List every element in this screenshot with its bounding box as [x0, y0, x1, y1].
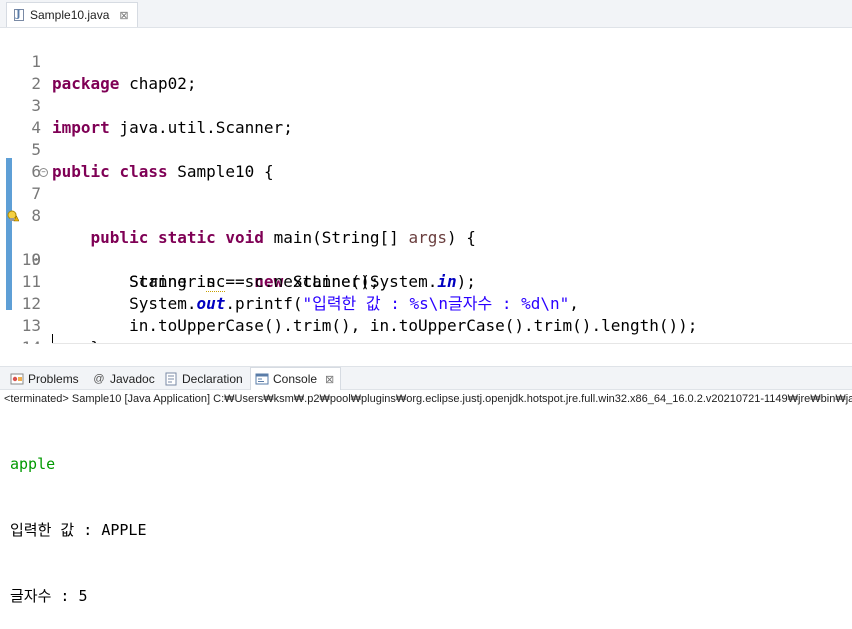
parameter: args	[408, 228, 447, 247]
close-tab-icon[interactable]: ⊠	[325, 373, 334, 386]
tab-console[interactable]: Console ⊠	[250, 367, 342, 390]
code-text: in.toUpperCase().trim(), in.toUpperCase(…	[129, 316, 698, 335]
code-line-1: 1 package chap02;	[0, 29, 196, 93]
console-icon	[255, 373, 269, 385]
code-line-2: 2	[0, 51, 41, 93]
code-text: );	[456, 272, 476, 291]
tab-label: Declaration	[182, 371, 243, 386]
warning-lightbulb-icon[interactable]	[6, 210, 19, 222]
tab-label: Console	[273, 372, 318, 386]
code-text: .printf(	[225, 294, 303, 313]
code-text: System.	[129, 294, 197, 313]
line-number: 14	[14, 337, 41, 344]
keyword: public	[52, 162, 110, 181]
code-editor[interactable]: 1 package chap02; 2 3 import java.util.S…	[0, 28, 852, 344]
code-text: = sc.nextLine();	[215, 272, 380, 291]
close-tab-icon[interactable]: ⊠	[119, 9, 128, 22]
code-line-5: 5 public class Sample10 {	[0, 117, 273, 181]
code-line-8: 8	[0, 183, 41, 225]
collapse-icon[interactable]: −	[39, 168, 48, 177]
code-text: ,	[569, 294, 579, 313]
keyword: void	[225, 228, 264, 247]
static-field: out	[196, 294, 226, 313]
code-line-6: 6	[0, 139, 41, 181]
code-line-10: 10 String in = sc.nextLine();	[0, 227, 380, 291]
code-line-7: 7 − public static void main(String[] arg…	[0, 161, 476, 247]
tab-javadoc[interactable]: @ Javadoc	[92, 367, 155, 390]
tab-problems[interactable]: Problems	[10, 367, 79, 390]
code-text: Sample10 {	[167, 162, 274, 181]
code-text: ) {	[446, 228, 476, 247]
tab-label: Sample10.java	[30, 8, 110, 22]
horizontal-scrollbar[interactable]: <	[52, 343, 852, 344]
code-text: String	[129, 272, 197, 291]
console-output-line: 글자수 : 5	[10, 587, 88, 605]
view-tab-bar: Problems @ Javadoc Declaration Console ⊠	[0, 366, 852, 390]
keyword: public	[90, 228, 149, 247]
java-file-icon: J	[13, 8, 25, 22]
code-line-13: 13 }	[0, 293, 100, 344]
string-literal: "입력한 값 : %s\n글자수 : %d\n"	[302, 294, 570, 313]
console-input-echo: apple	[10, 455, 56, 473]
code-line-9: 9 Scanner sc = new Scanner(System.in);	[0, 205, 476, 292]
code-text: main(String[]	[263, 228, 409, 247]
keyword: class	[119, 162, 168, 181]
code-text: java.util.Scanner;	[109, 118, 293, 137]
code-line-14: 14 }	[0, 315, 41, 344]
static-field: in	[437, 272, 457, 291]
code-text: in	[196, 272, 216, 291]
console-status-line: <terminated> Sample10 [Java Application]…	[4, 393, 852, 405]
keyword: static	[157, 228, 216, 247]
console-output[interactable]: apple 입력한 값 : APPLE 글자수 : 5	[10, 409, 850, 629]
tab-label: Javadoc	[110, 371, 155, 386]
keyword: package	[52, 74, 120, 93]
code-line-4: 4	[0, 95, 41, 137]
editor-tab-bar: J Sample10.java ⊠	[0, 0, 852, 28]
keyword: import	[52, 118, 110, 137]
javadoc-icon: @	[93, 372, 105, 385]
code-line-12: 12 in.toUpperCase().trim(), in.toUpperCa…	[0, 271, 698, 335]
declaration-icon	[165, 372, 177, 385]
code-line-3: 3 import java.util.Scanner;	[0, 73, 292, 137]
tab-sample10-java[interactable]: J Sample10.java ⊠	[6, 2, 138, 27]
problems-icon	[10, 373, 24, 384]
tab-declaration[interactable]: Declaration	[164, 367, 243, 390]
code-line-11: 11 System.out.printf("입력한 값 : %s\n글자수 : …	[0, 249, 579, 313]
code-text: chap02;	[119, 74, 197, 93]
tab-label: Problems	[28, 371, 79, 386]
console-output-line: 입력한 값 : APPLE	[10, 521, 147, 539]
